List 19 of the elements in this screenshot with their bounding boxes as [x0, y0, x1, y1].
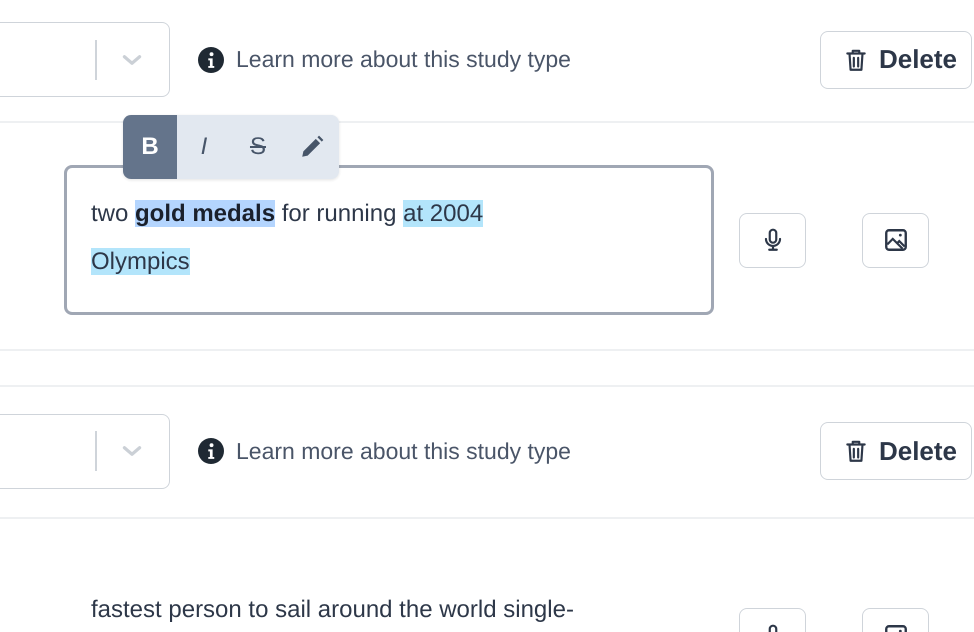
answer-text: two gold medals for running at 2004 Olympics: [91, 199, 484, 277]
format-button[interactable]: I: [177, 115, 231, 179]
microphone-button[interactable]: [739, 212, 806, 268]
answer-field[interactable]: two gold medals for running at 2004 Olympics: [64, 165, 714, 315]
delete-button[interactable]: Delete: [820, 422, 972, 480]
answer-field[interactable]: fastest person to sail around the world single-: [64, 561, 714, 632]
answer-text: fastest person to sail around the world single-: [91, 595, 575, 625]
image-button[interactable]: [862, 212, 929, 268]
info-link[interactable]: Learn more about this study type: [236, 46, 571, 73]
info-icon: [198, 438, 224, 464]
delete-button[interactable]: Delete: [820, 30, 972, 88]
format-button[interactable]: B: [123, 115, 177, 179]
format-button[interactable]: S: [231, 115, 285, 179]
pencil-button[interactable]: [285, 115, 339, 179]
select-field[interactable]: [0, 414, 170, 488]
info-icon: [198, 46, 224, 72]
select-field[interactable]: [0, 22, 170, 97]
info-link[interactable]: Learn more about this study type: [236, 438, 571, 464]
image-icon: [882, 227, 908, 253]
